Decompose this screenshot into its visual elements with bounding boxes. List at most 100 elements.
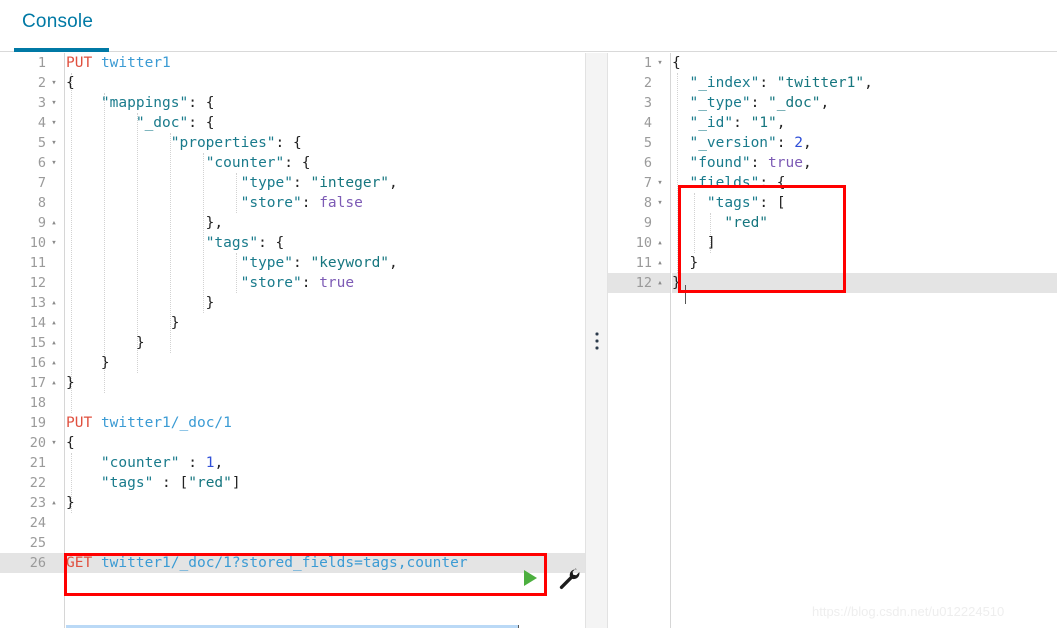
fold-open-icon[interactable]: ▾ (48, 133, 60, 153)
code-line[interactable]: { (66, 433, 585, 453)
line-number[interactable]: 12 ▴ (608, 273, 670, 293)
fold-closed-icon[interactable]: ▴ (48, 353, 60, 373)
fold-closed-icon[interactable]: ▴ (48, 313, 60, 333)
line-number[interactable]: 13 ▴ (0, 293, 64, 313)
code-line[interactable]: "tags": [ (672, 193, 1057, 213)
code-line[interactable]: "properties": { (66, 133, 585, 153)
code-line[interactable]: "counter" : 1, (66, 453, 585, 473)
fold-closed-icon[interactable]: ▴ (654, 273, 666, 293)
line-number[interactable]: 4 ▾ (0, 113, 64, 133)
code-line[interactable]: "mappings": { (66, 93, 585, 113)
fold-open-icon[interactable]: ▾ (654, 53, 666, 73)
fold-open-icon[interactable]: ▾ (48, 93, 60, 113)
line-number[interactable]: 6 ▾ (0, 153, 64, 173)
code-line[interactable]: { (66, 73, 585, 93)
line-number[interactable]: 22 (0, 473, 64, 493)
fold-open-icon[interactable]: ▾ (654, 173, 666, 193)
line-number[interactable]: 14 ▴ (0, 313, 64, 333)
fold-open-icon[interactable]: ▾ (48, 153, 60, 173)
line-number[interactable]: 15 ▴ (0, 333, 64, 353)
code-line[interactable]: "tags" : ["red"] (66, 473, 585, 493)
line-number[interactable]: 9 (608, 213, 670, 233)
fold-open-icon[interactable]: ▾ (48, 433, 60, 453)
code-line[interactable]: "store": false (66, 193, 585, 213)
line-number[interactable]: 6 (608, 153, 670, 173)
code-line[interactable]: } (66, 353, 585, 373)
code-line[interactable]: "counter": { (66, 153, 585, 173)
line-number[interactable]: 19 (0, 413, 64, 433)
line-number[interactable]: 1 ▾ (608, 53, 670, 73)
code-line[interactable]: ] (672, 233, 1057, 253)
code-line[interactable]: PUT twitter1 (66, 53, 585, 73)
line-number[interactable]: 8 (0, 193, 64, 213)
line-number[interactable]: 11 (0, 253, 64, 273)
request-gutter[interactable]: 1 2 ▾ 3 ▾ 4 ▾ 5 ▾ 6 ▾ 7 8 9 ▴ 10 ▾ 11 12 13 ▴ 14 ▴ 15 ▴ 16 ▴ 17 ▴ 18 1… (0, 53, 65, 628)
fold-closed-icon[interactable]: ▴ (48, 493, 60, 513)
code-line[interactable]: PUT twitter1/_doc/1 (66, 413, 585, 433)
code-line[interactable]: "store": true (66, 273, 585, 293)
code-line[interactable]: "_version": 2, (672, 133, 1057, 153)
code-line[interactable]: "fields": { (672, 173, 1057, 193)
line-number[interactable]: 21 (0, 453, 64, 473)
wrench-icon[interactable] (556, 566, 582, 592)
line-number[interactable]: 3 ▾ (0, 93, 64, 113)
code-line[interactable]: "type": "integer", (66, 173, 585, 193)
line-number[interactable]: 10 ▴ (608, 233, 670, 253)
fold-open-icon[interactable]: ▾ (654, 193, 666, 213)
code-line[interactable]: GET twitter1/_doc/1?stored_fields=tags,c… (66, 553, 585, 573)
code-line[interactable]: "_index": "twitter1", (672, 73, 1057, 93)
line-number[interactable]: 11 ▴ (608, 253, 670, 273)
code-line[interactable]: } (672, 253, 1057, 273)
code-line[interactable] (66, 533, 585, 553)
line-number[interactable]: 3 (608, 93, 670, 113)
line-number[interactable]: 1 (0, 53, 64, 73)
fold-closed-icon[interactable]: ▴ (654, 233, 666, 253)
line-number[interactable]: 4 (608, 113, 670, 133)
line-number[interactable]: 7 (0, 173, 64, 193)
fold-closed-icon[interactable]: ▴ (654, 253, 666, 273)
line-number[interactable]: 17 ▴ (0, 373, 64, 393)
code-line[interactable]: } (66, 313, 585, 333)
line-number[interactable]: 5 (608, 133, 670, 153)
line-number[interactable]: 18 (0, 393, 64, 413)
pane-splitter[interactable] (585, 53, 608, 628)
code-line[interactable]: "red" (672, 213, 1057, 233)
code-line[interactable]: } (66, 333, 585, 353)
line-number[interactable]: 23 ▴ (0, 493, 64, 513)
fold-closed-icon[interactable]: ▴ (48, 373, 60, 393)
response-pane[interactable]: 1 ▾ 2 3 4 5 6 7 ▾ 8 ▾ 9 10 ▴ 11 ▴ 12 ▴ { "_index": "twitt… (608, 53, 1057, 628)
response-code-area[interactable]: { "_index": "twitter1", "_type": "_doc",… (672, 53, 1057, 628)
request-editor-pane[interactable]: 1 2 ▾ 3 ▾ 4 ▾ 5 ▾ 6 ▾ 7 8 9 ▴ 10 ▾ 11 12 13 ▴ 14 ▴ 15 ▴ 16 ▴ 17 ▴ 18 1… (0, 53, 585, 628)
code-line[interactable]: } (66, 493, 585, 513)
code-line[interactable]: }, (66, 213, 585, 233)
response-gutter[interactable]: 1 ▾ 2 3 4 5 6 7 ▾ 8 ▾ 9 10 ▴ 11 ▴ 12 ▴ (608, 53, 671, 628)
line-number[interactable]: 5 ▾ (0, 133, 64, 153)
code-line[interactable]: "tags": { (66, 233, 585, 253)
line-number[interactable]: 24 (0, 513, 64, 533)
line-number[interactable]: 9 ▴ (0, 213, 64, 233)
code-line[interactable] (66, 393, 585, 413)
fold-closed-icon[interactable]: ▴ (48, 293, 60, 313)
play-icon[interactable] (524, 570, 537, 586)
line-number[interactable]: 12 (0, 273, 64, 293)
code-line[interactable] (66, 513, 585, 533)
code-line[interactable]: "found": true, (672, 153, 1057, 173)
fold-open-icon[interactable]: ▾ (48, 233, 60, 253)
line-number[interactable]: 16 ▴ (0, 353, 64, 373)
tab-console[interactable]: Console (22, 11, 93, 45)
code-line[interactable]: "type": "keyword", (66, 253, 585, 273)
code-line[interactable]: } (672, 273, 1057, 293)
line-number[interactable]: 2 (608, 73, 670, 93)
line-number[interactable]: 25 (0, 533, 64, 553)
line-number[interactable]: 26 (0, 553, 64, 573)
line-number[interactable]: 2 ▾ (0, 73, 64, 93)
fold-open-icon[interactable]: ▾ (48, 113, 60, 133)
line-number[interactable]: 8 ▾ (608, 193, 670, 213)
request-code-area[interactable]: PUT twitter1{ "mappings": { "_doc": { "p… (66, 53, 585, 628)
code-line[interactable]: } (66, 373, 585, 393)
code-line[interactable]: "_doc": { (66, 113, 585, 133)
code-line[interactable]: "_id": "1", (672, 113, 1057, 133)
code-line[interactable]: { (672, 53, 1057, 73)
line-number[interactable]: 20 ▾ (0, 433, 64, 453)
code-line[interactable]: "_type": "_doc", (672, 93, 1057, 113)
